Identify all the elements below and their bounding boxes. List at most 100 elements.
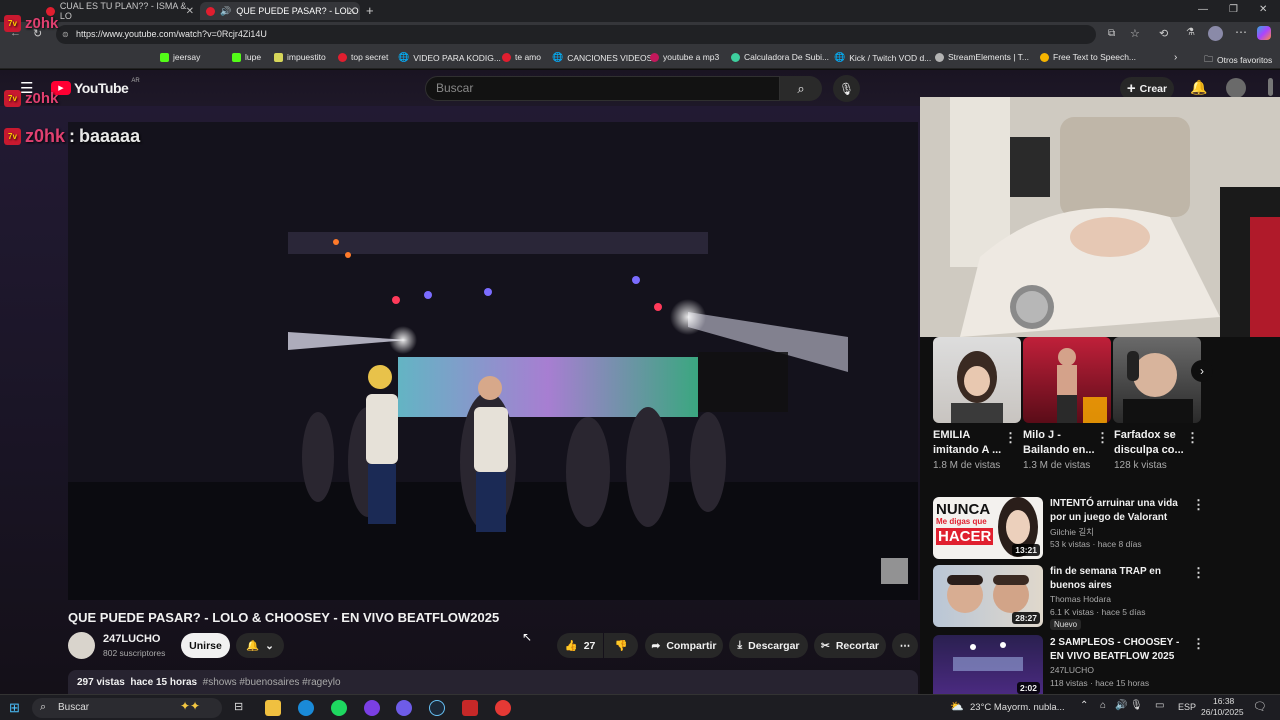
new-badge: Nuevo bbox=[1050, 619, 1082, 630]
steam-icon[interactable] bbox=[429, 700, 445, 716]
like-button[interactable]: 👍 27 bbox=[557, 633, 603, 658]
maximize-icon[interactable]: ❐ bbox=[1229, 4, 1238, 15]
site-info-icon[interactable]: ⊜ bbox=[62, 25, 69, 44]
battery-icon[interactable]: ▭ bbox=[1155, 700, 1164, 711]
bookmark-streamelements[interactable]: StreamElements | T... bbox=[935, 52, 1029, 62]
volume-icon[interactable]: 🔊 bbox=[1115, 700, 1127, 711]
short-title[interactable]: Milo J - Bailando en... bbox=[1023, 428, 1099, 458]
more-options-icon[interactable]: ⋮ bbox=[1004, 430, 1017, 446]
network-icon[interactable]: ⌂ bbox=[1100, 700, 1106, 711]
short-title[interactable]: Farfadox se disculpa co... bbox=[1114, 428, 1190, 458]
hashtags[interactable]: #shows #buenosaires #rageylo bbox=[203, 677, 341, 688]
taskbar-search-input[interactable]: ⌕ Buscar ✦✦ bbox=[32, 698, 222, 718]
copilot-icon[interactable] bbox=[1257, 26, 1271, 40]
spotify-icon[interactable] bbox=[331, 700, 347, 716]
more-options-icon[interactable]: ⋮ bbox=[1192, 565, 1205, 581]
discord-icon[interactable] bbox=[396, 700, 412, 716]
bookmark-jeersay[interactable]: jeersay bbox=[160, 52, 200, 62]
page-scrollbar[interactable] bbox=[1268, 78, 1273, 96]
media-app-icon[interactable] bbox=[462, 700, 478, 716]
video-player[interactable] bbox=[68, 122, 918, 600]
bookmark-canciones[interactable]: 🌐 CANCIONES VIDEOS bbox=[552, 52, 652, 63]
bookmark-other-favorites[interactable]: 🗀 Otros favoritos bbox=[1204, 52, 1272, 68]
more-options-icon[interactable]: ⋮ bbox=[1186, 430, 1199, 446]
join-button[interactable]: Unirse bbox=[181, 633, 230, 658]
short-thumbnail[interactable] bbox=[933, 337, 1021, 423]
bookmark-video-kodig[interactable]: 🌐 VIDEO PARA KODIG... bbox=[398, 52, 501, 63]
notifications-bell-icon[interactable]: 🔔 bbox=[1190, 79, 1207, 96]
short-title[interactable]: EMILIA imitando A ... bbox=[933, 428, 1009, 458]
recommendation-title[interactable]: 2 SAMPLEOS - CHOOSEY - EN VIVO BEATFLOW … bbox=[1050, 636, 1190, 663]
chat-message: 7v z0hk: baaaaa bbox=[4, 126, 140, 147]
bookmark-calculadora[interactable]: Calculadora De Subi... bbox=[731, 52, 829, 62]
language-indicator[interactable]: ESP bbox=[1178, 702, 1196, 712]
search-button[interactable]: ⌕ bbox=[780, 76, 822, 101]
canva-icon[interactable] bbox=[364, 700, 380, 716]
chevron-up-icon[interactable]: ⌃ bbox=[1080, 700, 1088, 711]
channel-avatar[interactable] bbox=[68, 632, 95, 659]
notification-center-icon[interactable]: 🗨 bbox=[1253, 700, 1267, 713]
more-options-icon[interactable]: ⋮ bbox=[1192, 497, 1205, 513]
more-options-icon[interactable]: ⋮ bbox=[1096, 430, 1109, 446]
more-actions-button[interactable]: ⋯ bbox=[892, 633, 918, 658]
clock-time[interactable]: 16:38 bbox=[1213, 696, 1234, 706]
flask-icon[interactable]: ⚗ bbox=[1186, 27, 1195, 38]
share-button[interactable]: ➦ Compartir bbox=[645, 633, 723, 658]
file-explorer-icon[interactable] bbox=[265, 700, 281, 716]
close-tab-icon[interactable]: ✕ bbox=[186, 6, 194, 17]
address-bar-row: ← ↻ ⊜ https://www.youtube.com/watch?v=0R… bbox=[0, 22, 1280, 47]
tab-que-puede-pasar[interactable]: 🔊 QUE PUEDE PASAR? - LOLO ✕ bbox=[200, 2, 360, 20]
clock-date[interactable]: 26/10/2025 bbox=[1201, 707, 1244, 717]
weather-text[interactable]: 23°C Mayorm. nubla... bbox=[970, 702, 1065, 713]
voice-search-button[interactable]: 🎙 bbox=[833, 75, 860, 102]
bookmark-kick-twitch-vod[interactable]: 🌐 Kick / Twitch VOD d... bbox=[834, 52, 931, 63]
bookmark-star-icon[interactable]: ☆ bbox=[1130, 27, 1140, 40]
recommendation-channel[interactable]: 247LUCHO bbox=[1050, 665, 1094, 675]
short-thumbnail[interactable] bbox=[1113, 337, 1201, 423]
video-thumbnail[interactable]: NUNCA Me digas que HACER 13:21 bbox=[933, 497, 1043, 559]
video-thumbnail[interactable]: 2:02 bbox=[933, 635, 1043, 694]
bookmark-impuestito[interactable]: impuestito bbox=[274, 52, 326, 62]
close-tab-icon[interactable]: ✕ bbox=[348, 6, 356, 17]
download-button[interactable]: ⤓ Descargar bbox=[729, 633, 808, 658]
bookmark-top-secret[interactable]: top secret bbox=[338, 52, 388, 62]
video-thumbnail[interactable]: 28:27 bbox=[933, 565, 1043, 627]
recommendation-channel[interactable]: Thomas Hodara bbox=[1050, 594, 1111, 604]
install-app-icon[interactable]: ⧉ bbox=[1108, 28, 1115, 39]
search-input[interactable]: Buscar bbox=[425, 76, 780, 101]
close-window-icon[interactable]: ✕ bbox=[1259, 4, 1267, 15]
more-options-icon[interactable]: ⋮ bbox=[1192, 636, 1205, 652]
new-tab-icon[interactable]: + bbox=[366, 3, 374, 18]
obs-icon[interactable] bbox=[495, 700, 511, 716]
description-box[interactable]: 297 vistas hace 15 horas #shows #buenosa… bbox=[68, 670, 918, 694]
url-field[interactable]: ⊜ https://www.youtube.com/watch?v=0Rcjr4… bbox=[56, 25, 1096, 44]
recommendation-channel[interactable]: Gilchie 길치 bbox=[1050, 526, 1094, 538]
account-avatar[interactable] bbox=[1226, 78, 1246, 98]
minimize-icon[interactable]: — bbox=[1198, 4, 1208, 15]
share-icon: ➦ bbox=[651, 639, 661, 652]
tab-cual-es-tu-plan[interactable]: CUAL ES TU PLAN?? - ISMA & LO ✕ bbox=[40, 1, 198, 21]
profile-avatar[interactable] bbox=[1208, 26, 1223, 41]
more-bookmarks-chevron-icon[interactable]: › bbox=[1174, 52, 1177, 63]
task-view-icon[interactable]: ⊟ bbox=[234, 700, 243, 713]
edge-icon[interactable] bbox=[298, 700, 314, 716]
recommendation-title[interactable]: fin de semana TRAP en buenos aires bbox=[1050, 565, 1190, 592]
clip-button[interactable]: ✂ Recortar bbox=[814, 633, 886, 658]
subscribe-notifications-button[interactable]: 🔔 ⌄ bbox=[236, 633, 284, 658]
bookmark-te-amo[interactable]: te amo bbox=[502, 52, 541, 62]
recommendation-title[interactable]: INTENTÓ arruinar una vida por un juego d… bbox=[1050, 497, 1190, 524]
microphone-icon[interactable]: 🎙 bbox=[1130, 700, 1143, 711]
bookmark-lupe[interactable]: lupe bbox=[232, 52, 261, 62]
channel-name[interactable]: 247LUCHO bbox=[103, 633, 160, 645]
bookmark-youtube-mp3[interactable]: youtube a mp3 bbox=[650, 52, 719, 62]
shorts-next-arrow-icon[interactable]: › bbox=[1191, 360, 1213, 382]
tab-label: QUE PUEDE PASAR? - LOLO bbox=[236, 6, 359, 16]
short-thumbnail[interactable] bbox=[1023, 337, 1111, 423]
bookmark-free-tts[interactable]: Free Text to Speech... bbox=[1040, 52, 1136, 62]
dislike-button[interactable]: 👎 bbox=[604, 633, 638, 658]
menu-dots-icon[interactable]: ⋯ bbox=[1235, 25, 1247, 39]
windows-start-icon[interactable]: ⊞ bbox=[9, 700, 20, 716]
youtube-logo[interactable]: ▶ YouTube AR bbox=[51, 78, 140, 96]
plus-icon: + bbox=[1126, 80, 1136, 97]
extensions-icon[interactable]: ⟲ bbox=[1159, 27, 1168, 40]
